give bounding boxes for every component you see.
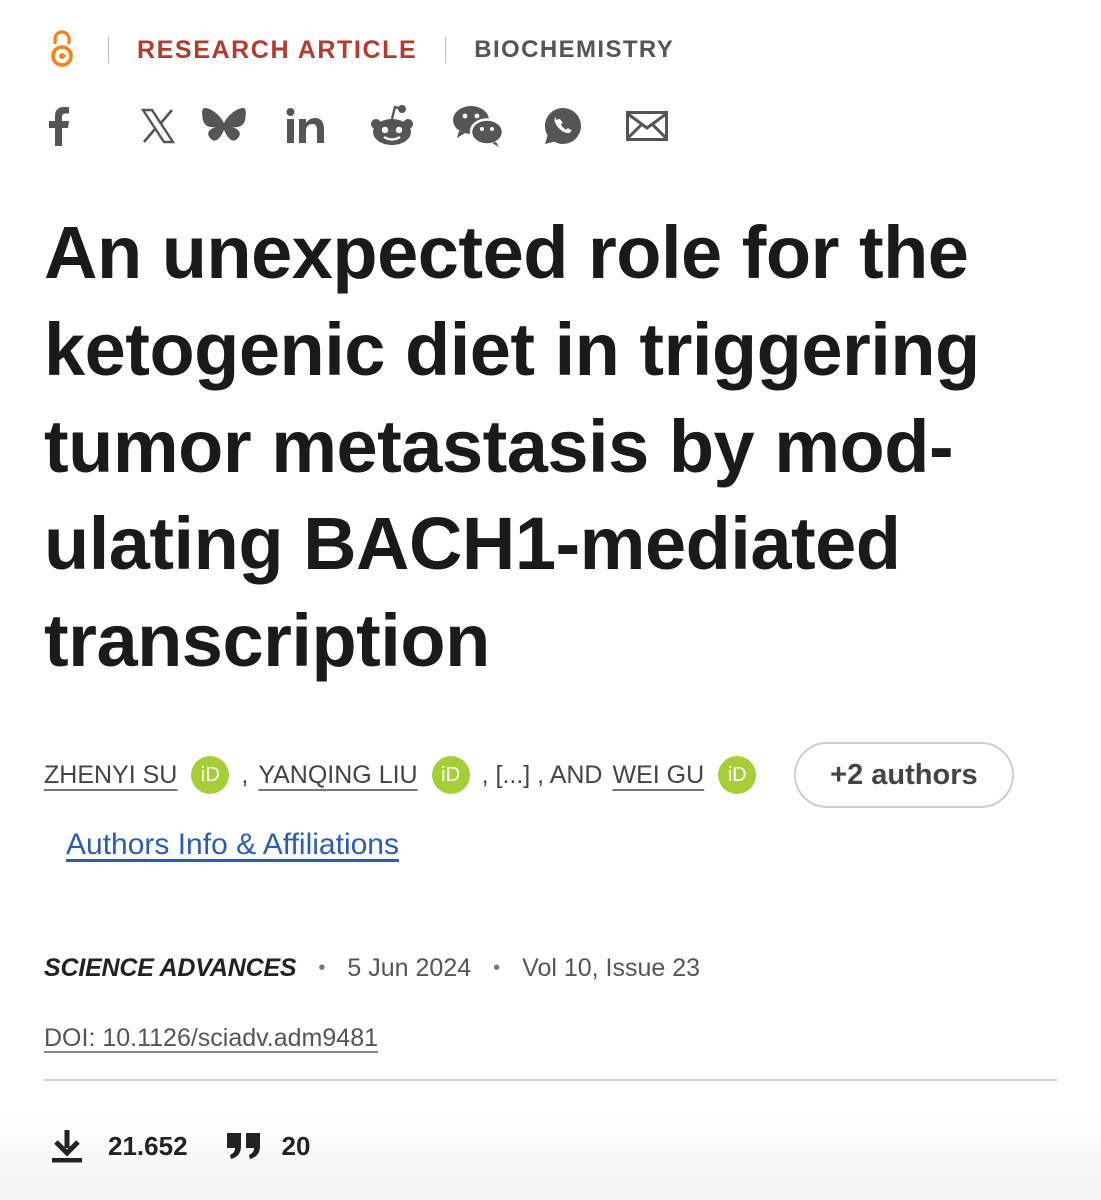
author-link[interactable]: WEI GU	[612, 761, 704, 790]
download-icon	[52, 1130, 82, 1163]
downloads-metric[interactable]: 21.652	[50, 1128, 188, 1164]
author-separator: ,	[241, 760, 249, 789]
citations-count: 20	[281, 1130, 311, 1161]
authors-info-affiliations-link[interactable]: Authors Info & Affiliations	[66, 828, 399, 862]
bluesky-icon[interactable]	[198, 100, 250, 152]
article-crumbs: RESEARCH ARTICLE BIOCHEMISTRY	[44, 28, 674, 72]
article-title: An unexpected role for the ketogenic die…	[44, 211, 980, 682]
subject-label[interactable]: BIOCHEMISTRY	[474, 36, 674, 64]
whatsapp-icon[interactable]	[540, 100, 586, 152]
author-link[interactable]: ZHENYI SU	[44, 761, 177, 790]
quote-icon	[226, 1133, 260, 1159]
orcid-icon[interactable]: iD	[431, 756, 470, 794]
linkedin-icon[interactable]	[276, 100, 336, 152]
reddit-icon[interactable]	[364, 100, 420, 152]
bullet-separator: •	[493, 956, 501, 979]
doi-link[interactable]: DOI: 10.1126/sciadv.adm9481	[44, 1024, 378, 1053]
author-list: ZHENYI SU iD , YANQING LIU iD , [...] , …	[44, 740, 1014, 810]
more-authors-button[interactable]: +2 authors	[794, 742, 1014, 808]
x-icon[interactable]	[122, 100, 194, 152]
share-toolbar	[40, 100, 670, 152]
article-metrics: 21.652 20	[50, 1124, 310, 1168]
orcid-icon[interactable]: iD	[191, 756, 230, 794]
volume-issue[interactable]: Vol 10, Issue 23	[522, 954, 700, 983]
article-type-label[interactable]: RESEARCH ARTICLE	[137, 36, 417, 65]
divider	[445, 37, 447, 63]
downloads-count: 21.652	[108, 1130, 188, 1161]
bullet-separator: •	[318, 956, 326, 979]
wechat-icon[interactable]	[450, 100, 506, 152]
journal-name[interactable]: SCIENCE ADVANCES	[44, 954, 297, 983]
orcid-icon[interactable]: iD	[718, 756, 757, 794]
author-link[interactable]: YANQING LIU	[258, 761, 417, 790]
divider	[108, 37, 109, 63]
publication-meta: SCIENCE ADVANCES • 5 Jun 2024 • Vol 10, …	[44, 950, 700, 986]
email-icon[interactable]	[624, 100, 670, 152]
open-access-icon	[44, 28, 80, 72]
author-ellipsis: , [...] , AND	[481, 760, 603, 789]
citations-metric[interactable]: 20	[226, 1130, 311, 1162]
publication-date: 5 Jun 2024	[347, 953, 472, 982]
facebook-icon[interactable]	[40, 100, 76, 152]
article-header-page: RESEARCH ARTICLE BIOCHEMISTRY An unexpec…	[0, 0, 1101, 1200]
divider	[44, 1079, 1057, 1081]
